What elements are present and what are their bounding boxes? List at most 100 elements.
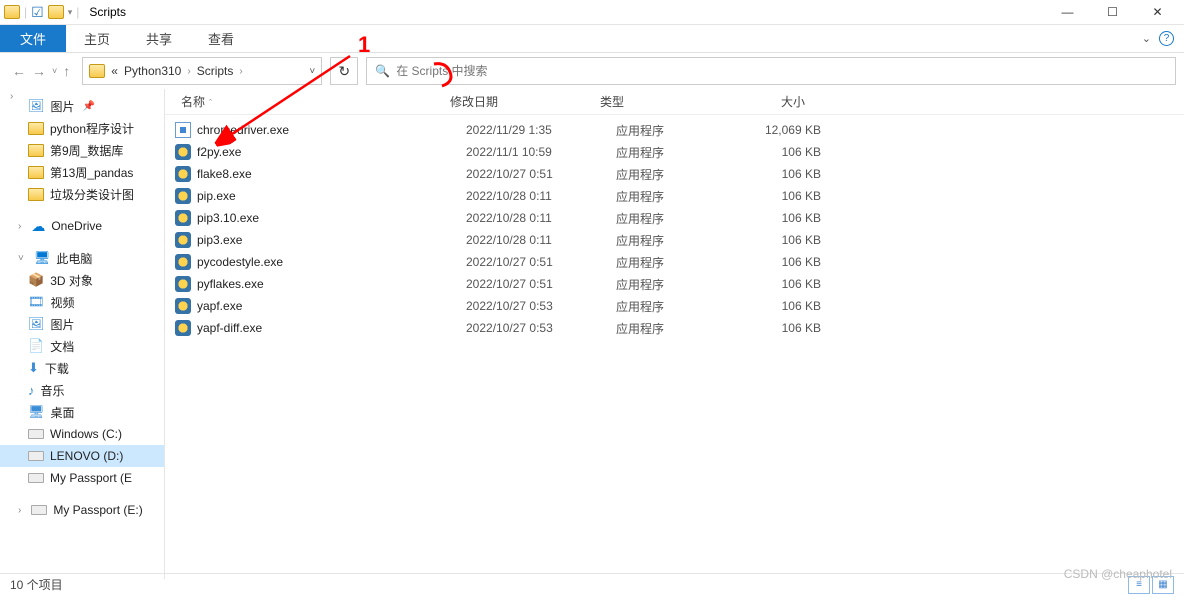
search-icon: 🔍 (375, 64, 390, 78)
file-date: 2022/11/1 10:59 (466, 145, 616, 159)
table-row[interactable]: chromedriver.exe2022/11/29 1:35应用程序12,06… (165, 119, 1184, 141)
folder-icon (28, 144, 44, 157)
file-size: 106 KB (731, 255, 821, 269)
sidebar-item-pictures[interactable]: 🖼图片📌 (0, 95, 164, 117)
back-button[interactable]: ← (12, 63, 26, 79)
help-icon[interactable]: ? (1159, 31, 1174, 46)
sidebar-item-label: 3D 对象 (50, 272, 93, 289)
chevron-right-icon[interactable]: › (18, 505, 21, 516)
sidebar-item-docs[interactable]: 📄文档 (0, 335, 164, 357)
sidebar-item-label: LENOVO (D:) (50, 449, 123, 463)
checkmark-icon[interactable]: ☑ (31, 4, 44, 21)
qat-divider: | (24, 5, 27, 19)
forward-button[interactable]: → (32, 63, 46, 79)
file-icon (175, 122, 191, 138)
column-type[interactable]: 类型 (600, 93, 715, 110)
tab-view[interactable]: 查看 (190, 25, 252, 52)
sidebar-item-folder[interactable]: 第13周_pandas (0, 161, 164, 183)
address-dropdown-icon[interactable]: ˅ (309, 66, 315, 77)
table-row[interactable]: yapf.exe2022/10/27 0:53应用程序106 KB (165, 295, 1184, 317)
minimize-button[interactable]: — (1045, 0, 1090, 25)
column-date[interactable]: 修改日期 (450, 93, 600, 110)
file-name: yapf.exe (197, 299, 466, 313)
up-button[interactable]: ↑ (63, 63, 70, 79)
sidebar-item-thispc[interactable]: ˅ 🖥 此电脑 (0, 247, 164, 269)
sidebar-item-drive-c[interactable]: Windows (C:) (0, 423, 164, 445)
tab-home[interactable]: 主页 (66, 25, 128, 52)
download-icon: ⬇ (28, 360, 39, 376)
sidebar-item-label: 音乐 (41, 382, 65, 399)
sidebar-item-drive-d[interactable]: LENOVO (D:) (0, 445, 164, 467)
sidebar-item-music[interactable]: ♪ 音乐 (0, 379, 164, 401)
file-type: 应用程序 (616, 166, 731, 183)
search-input[interactable] (396, 64, 1167, 78)
chevron-right-icon[interactable]: › (18, 221, 21, 232)
table-row[interactable]: f2py.exe2022/11/1 10:59应用程序106 KB (165, 141, 1184, 163)
address-bar[interactable]: « Python310 › Scripts › ˅ (82, 57, 322, 85)
file-name: flake8.exe (197, 167, 466, 181)
sidebar-item-3d[interactable]: 📦3D 对象 (0, 269, 164, 291)
recent-dropdown-icon[interactable]: ˅ (52, 66, 57, 76)
file-type: 应用程序 (616, 276, 731, 293)
file-icon (175, 320, 191, 336)
maximize-button[interactable]: ☐ (1090, 0, 1135, 25)
table-row[interactable]: flake8.exe2022/10/27 0:51应用程序106 KB (165, 163, 1184, 185)
sidebar-item-folder[interactable]: python程序设计 (0, 117, 164, 139)
sidebar-item-label: 图片 (51, 98, 75, 115)
tab-share[interactable]: 共享 (128, 25, 190, 52)
chevron-right-icon[interactable]: › (10, 91, 13, 102)
search-box[interactable]: 🔍 (366, 57, 1176, 85)
sidebar-item-drive-e[interactable]: My Passport (E (0, 467, 164, 489)
sidebar-item-label: 此电脑 (56, 250, 92, 267)
table-row[interactable]: pip3.10.exe2022/10/28 0:11应用程序106 KB (165, 207, 1184, 229)
address-row: ← → ˅ ↑ « Python310 › Scripts › ˅ ↻ 🔍 (0, 53, 1184, 89)
file-type: 应用程序 (616, 210, 731, 227)
table-row[interactable]: pyflakes.exe2022/10/27 0:51应用程序106 KB (165, 273, 1184, 295)
file-size: 106 KB (731, 233, 821, 247)
close-button[interactable]: ✕ (1135, 0, 1180, 25)
file-name: chromedriver.exe (197, 123, 466, 137)
file-size: 12,069 KB (731, 123, 821, 137)
table-row[interactable]: pip3.exe2022/10/28 0:11应用程序106 KB (165, 229, 1184, 251)
pc-icon: 🖥 (34, 250, 51, 266)
sidebar-item-onedrive[interactable]: ›☁OneDrive (0, 215, 164, 237)
file-type: 应用程序 (616, 298, 731, 315)
details-view-button[interactable]: ≡ (1128, 576, 1150, 594)
sidebar-item-folder[interactable]: 第9周_数据库 (0, 139, 164, 161)
file-date: 2022/10/28 0:11 (466, 211, 616, 225)
chevron-down-icon[interactable]: ˅ (18, 253, 24, 264)
sidebar-item-label: 第9周_数据库 (50, 142, 123, 159)
sidebar-item-desktop[interactable]: 🖥桌面 (0, 401, 164, 423)
table-row[interactable]: yapf-diff.exe2022/10/27 0:53应用程序106 KB (165, 317, 1184, 339)
file-name: pip3.exe (197, 233, 466, 247)
ribbon-collapse-icon[interactable]: ⌄ (1142, 32, 1151, 45)
thumbnails-view-button[interactable]: ▦ (1152, 576, 1174, 594)
breadcrumb-prefix: « (111, 64, 118, 78)
column-headers: 名称ˆ 修改日期 类型 大小 (165, 89, 1184, 115)
folder-icon[interactable] (4, 5, 20, 19)
sidebar-item-drive-e2[interactable]: ›My Passport (E:) (0, 499, 164, 521)
sidebar-item-folder[interactable]: 垃圾分类设计图 (0, 183, 164, 205)
sidebar-item-video[interactable]: 🎞视频 (0, 291, 164, 313)
refresh-button[interactable]: ↻ (330, 57, 358, 85)
folder-icon[interactable] (48, 5, 64, 19)
video-icon: 🎞 (28, 294, 45, 310)
music-icon: ♪ (28, 383, 35, 398)
column-size[interactable]: 大小 (715, 93, 805, 110)
breadcrumb-current[interactable]: Scripts (197, 64, 234, 78)
tab-file[interactable]: 文件 (0, 25, 66, 52)
chevron-right-icon[interactable]: › (239, 66, 242, 77)
quick-access-toolbar: | ☑ ▾ | (4, 4, 79, 21)
column-name[interactable]: 名称ˆ (175, 93, 450, 110)
content: › 🖼图片📌 python程序设计 第9周_数据库 第13周_pandas 垃圾… (0, 89, 1184, 579)
qat-dropdown-icon[interactable]: ▾ (68, 7, 73, 18)
table-row[interactable]: pycodestyle.exe2022/10/27 0:51应用程序106 KB (165, 251, 1184, 273)
sidebar-item-label: Windows (C:) (50, 427, 122, 441)
file-date: 2022/10/27 0:53 (466, 299, 616, 313)
file-name: pycodestyle.exe (197, 255, 466, 269)
sidebar-item-pictures[interactable]: 🖼图片 (0, 313, 164, 335)
breadcrumb-parent[interactable]: Python310 (124, 64, 181, 78)
sidebar-item-downloads[interactable]: ⬇下载 (0, 357, 164, 379)
table-row[interactable]: pip.exe2022/10/28 0:11应用程序106 KB (165, 185, 1184, 207)
chevron-right-icon[interactable]: › (187, 66, 190, 77)
